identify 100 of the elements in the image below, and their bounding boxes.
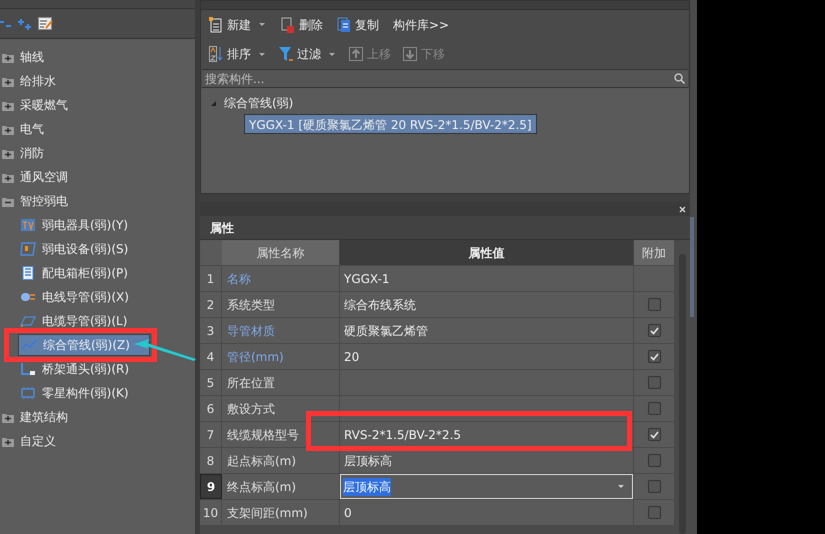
- tree-item[interactable]: 智控弱电: [20, 192, 68, 210]
- elbow-icon: [20, 362, 36, 376]
- dropdown-caret-icon[interactable]: [259, 52, 265, 56]
- tree-item[interactable]: 电气: [20, 120, 44, 138]
- tree-item[interactable]: 零星构件(弱)(K): [18, 382, 133, 404]
- row-number: 4: [200, 344, 222, 369]
- tree-item[interactable]: 综合管线(弱): [224, 94, 294, 112]
- property-value[interactable]: 20: [340, 348, 364, 366]
- toolbar-button[interactable]: 构件库>>: [391, 14, 452, 34]
- row-number: 8: [200, 448, 222, 473]
- property-value[interactable]: 综合布线系统: [340, 296, 420, 314]
- row-number: 1: [200, 266, 222, 291]
- row-number: 6: [200, 396, 222, 421]
- toolbar-button[interactable]: 删除: [279, 14, 325, 34]
- edit-icon[interactable]: [38, 17, 53, 30]
- tree-item[interactable]: 建筑结构: [20, 408, 68, 426]
- tree-item[interactable]: 采暖燃气: [20, 96, 68, 114]
- expand-icon[interactable]: [2, 100, 14, 110]
- search-icon[interactable]: [674, 73, 685, 84]
- tree-item[interactable]: 给排水: [20, 72, 56, 90]
- column-header: 属性名称: [222, 240, 340, 265]
- property-name: 敷设方式: [222, 396, 340, 421]
- tree-item[interactable]: 轴线: [20, 48, 44, 66]
- tree-item[interactable]: 自定义: [20, 432, 56, 450]
- property-name: 管径(mm): [222, 344, 340, 369]
- value-dropdown[interactable]: 层顶标高: [340, 474, 633, 499]
- dropdown-caret-icon[interactable]: [329, 52, 335, 56]
- search-field[interactable]: 搜索构件...: [202, 70, 671, 87]
- property-name: 支架间距(mm): [222, 500, 340, 525]
- toolbar-button[interactable]: 新建: [207, 14, 253, 34]
- close-icon[interactable]: [679, 206, 686, 212]
- tv-icon: [20, 218, 36, 232]
- property-name: 名称: [222, 266, 340, 291]
- expand-icon[interactable]: [2, 412, 14, 422]
- checkbox[interactable]: [648, 454, 660, 467]
- checkbox[interactable]: [648, 480, 660, 493]
- pointer-arrow-drawing: [134, 339, 196, 361]
- toolbar-button[interactable]: 复制: [335, 14, 381, 34]
- check-icon: [650, 352, 658, 360]
- property-value[interactable]: YGGX-1: [340, 270, 394, 288]
- checkbox[interactable]: [648, 298, 660, 311]
- tree-item[interactable]: 电缆导管(弱)(L): [18, 310, 132, 332]
- checkbox[interactable]: [648, 428, 660, 441]
- tree-item[interactable]: 配电箱柜(弱)(P): [18, 262, 132, 284]
- property-value[interactable]: RVS-2*1.5/BV-2*2.5: [340, 426, 466, 444]
- property-name: 起点标高(m): [222, 448, 340, 473]
- chip-icon: [20, 386, 36, 400]
- cable-icon: [20, 314, 36, 328]
- expand-icon[interactable]: [2, 436, 14, 446]
- row-number: 2: [200, 292, 222, 317]
- expand-icon[interactable]: [2, 76, 14, 86]
- expand-icon[interactable]: [2, 172, 14, 182]
- tree-item[interactable]: 弱电器具(弱)(Y): [18, 214, 132, 236]
- cabinet-icon: [20, 266, 36, 280]
- property-name: 线缆规格型号: [222, 422, 340, 447]
- component-item[interactable]: YGGX-1 [硬质聚氯乙烯管 20 RVS-2*1.5/BV-2*2.5]: [244, 114, 537, 134]
- tree-item[interactable]: 通风空调: [20, 168, 68, 186]
- checkbox[interactable]: [648, 324, 660, 337]
- splitter-handle[interactable]: [690, 217, 694, 317]
- property-value[interactable]: 层顶标高: [340, 452, 396, 470]
- polyline-icon: [21, 338, 37, 352]
- checkbox[interactable]: [648, 376, 660, 389]
- property-name: 终点标高(m): [222, 474, 340, 499]
- expand-icon[interactable]: [2, 52, 14, 62]
- dropdown-caret-icon[interactable]: [259, 23, 265, 26]
- tree-item[interactable]: 电线导管(弱)(X): [18, 286, 133, 308]
- expand-icon[interactable]: [2, 124, 14, 134]
- dropdown-caret-icon[interactable]: [618, 485, 624, 488]
- column-header: 属性值: [340, 240, 634, 265]
- checkbox[interactable]: [648, 350, 660, 363]
- expand-triangle-icon[interactable]: [211, 100, 216, 106]
- filter-icon: [279, 46, 293, 62]
- checkbox[interactable]: [648, 402, 660, 415]
- collapse-icon[interactable]: [2, 196, 14, 206]
- tree-item[interactable]: 消防: [20, 144, 44, 162]
- toolbar-button[interactable]: 排序: [207, 44, 253, 64]
- property-name: 所在位置: [222, 370, 340, 395]
- delete-document-icon: [281, 16, 295, 32]
- collapse-all-icon[interactable]: [0, 20, 12, 28]
- move-up-icon: [349, 46, 363, 62]
- move-down-icon: [403, 46, 417, 62]
- checkbox[interactable]: [648, 506, 660, 519]
- new-document-icon: [209, 16, 223, 32]
- tree-item[interactable]: 桥架通头(弱)(R): [18, 358, 134, 380]
- property-value[interactable]: 0: [340, 504, 356, 522]
- check-icon: [650, 430, 658, 438]
- property-name: 导管材质: [222, 318, 340, 343]
- property-name: 系统类型: [222, 292, 340, 317]
- row-number: 3: [200, 318, 222, 343]
- check-icon: [650, 326, 658, 334]
- row-number: 10: [200, 500, 222, 525]
- toolbar-button[interactable]: 过滤: [277, 44, 323, 64]
- property-value[interactable]: 硬质聚氯乙烯管: [340, 322, 432, 340]
- tree-item[interactable]: 综合管线(弱)(Z): [18, 334, 150, 356]
- tree-item[interactable]: 弱电设备(弱)(S): [18, 238, 132, 260]
- pipe-icon: [20, 290, 36, 304]
- row-number: 9: [200, 474, 222, 499]
- expand-all-icon[interactable]: [18, 18, 32, 30]
- expand-icon[interactable]: [2, 148, 14, 158]
- column-header: 附加: [634, 240, 674, 265]
